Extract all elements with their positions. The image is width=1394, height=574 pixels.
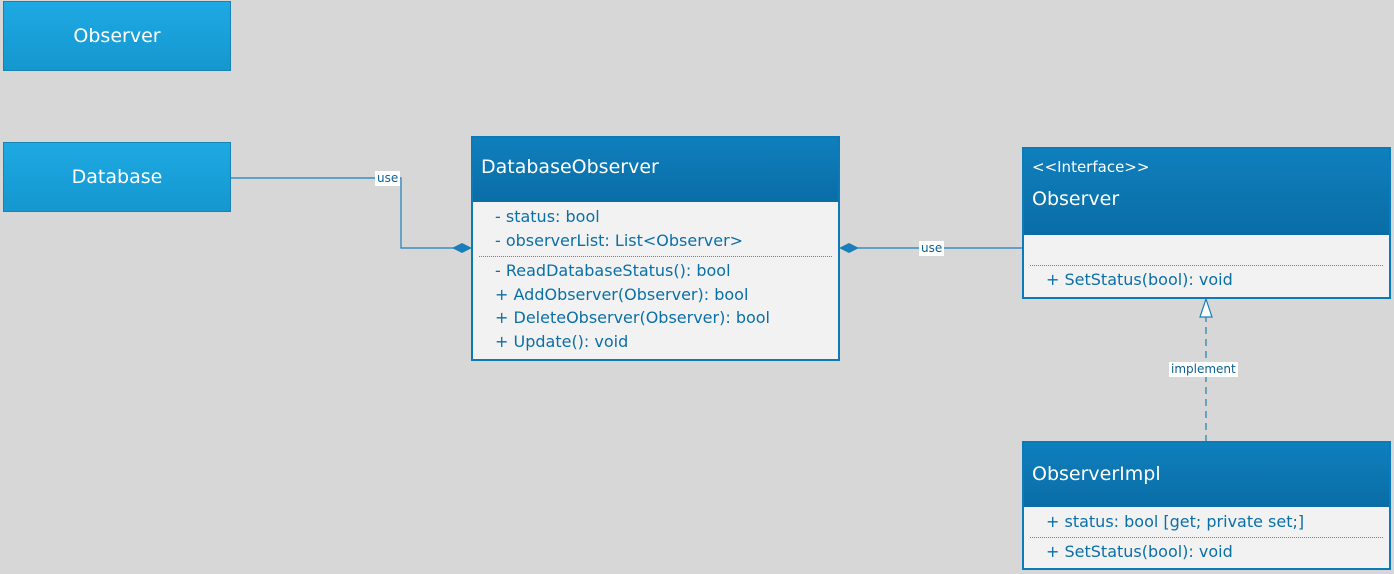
observer-impl-class[interactable]: ObserverImpl + status: bool [get; privat… xyxy=(1022,441,1391,570)
implement-label: implement xyxy=(1169,362,1238,377)
observer-impl-title: ObserverImpl xyxy=(1032,463,1161,485)
observer-interface-header: <<Interface>> Observer xyxy=(1024,149,1389,235)
database-observer-class[interactable]: DatabaseObserver - status: bool - observ… xyxy=(471,136,840,361)
attribute-observer-list: - observerList: List<Observer> xyxy=(495,231,744,250)
member-separator xyxy=(479,256,832,257)
realization-arrowhead xyxy=(1199,297,1213,318)
attribute-status: - status: bool xyxy=(495,207,600,226)
database-observer-header: DatabaseObserver xyxy=(473,138,838,202)
db-use-label: use xyxy=(375,171,401,186)
operation-set-status: + SetStatus(bool): void xyxy=(1046,542,1233,561)
observer-interface-title: Observer xyxy=(1032,188,1120,210)
member-separator xyxy=(1030,537,1383,538)
db-composition-diamond xyxy=(452,243,472,253)
member-separator xyxy=(1030,265,1383,266)
observer-composition-diamond xyxy=(839,243,859,253)
observer-use-label: use xyxy=(919,241,945,256)
operation-delete-observer: + DeleteObserver(Observer): bool xyxy=(495,308,770,327)
interface-stereotype: <<Interface>> xyxy=(1032,158,1150,176)
observer-impl-header: ObserverImpl xyxy=(1024,443,1389,507)
db-use-line xyxy=(231,177,462,249)
operation-update: + Update(): void xyxy=(495,332,629,351)
attribute-status: + status: bool [get; private set;] xyxy=(1046,512,1305,531)
observer-interface-class[interactable]: <<Interface>> Observer + SetStatus(bool)… xyxy=(1022,147,1391,299)
operation-set-status: + SetStatus(bool): void xyxy=(1046,270,1233,289)
operation-add-observer: + AddObserver(Observer): bool xyxy=(495,285,749,304)
operation-read-database-status: - ReadDatabaseStatus(): bool xyxy=(495,261,731,280)
database-observer-title: DatabaseObserver xyxy=(481,156,659,178)
